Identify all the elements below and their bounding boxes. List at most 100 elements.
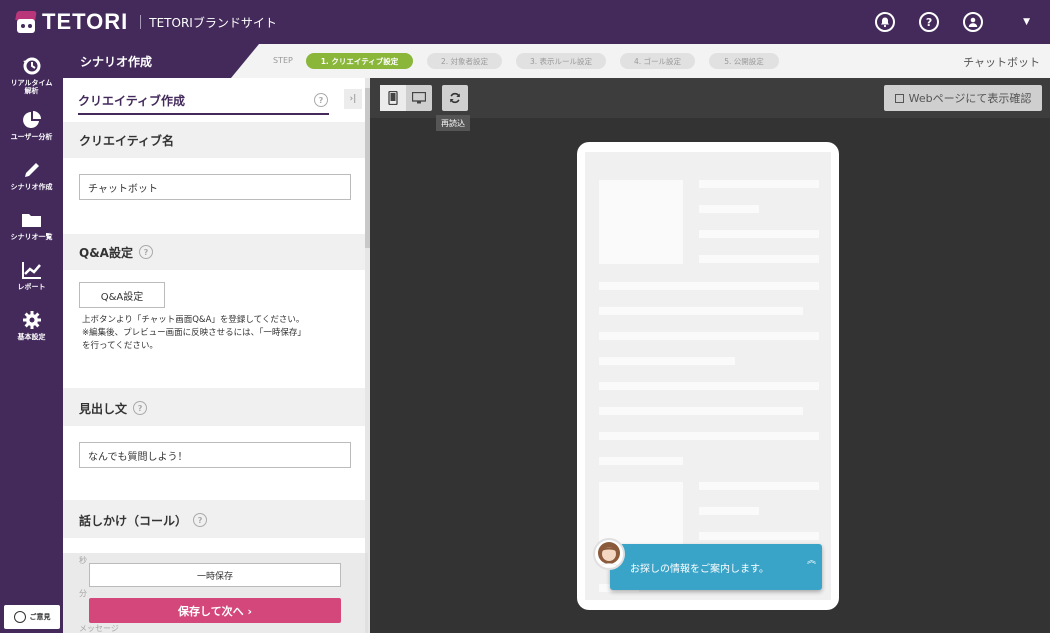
- divider: [140, 15, 142, 29]
- placeholder-line: [699, 482, 819, 490]
- qa-note: 上ボタンより「チャット画面Q&A」を登録してください。 ※編集後、プレビュー画面…: [82, 315, 306, 351]
- help-icon[interactable]: ?: [919, 12, 940, 32]
- step-header: シナリオ作成 STEP 1. クリエイティブ設定 2. 対象者設定 3. 表示ル…: [63, 44, 1050, 78]
- help-icon[interactable]: ?: [314, 93, 328, 107]
- chatbot-message: お探しの情報をご案内します。: [630, 564, 769, 575]
- step-publish[interactable]: 5. 公開設定: [709, 53, 779, 69]
- scenario-type-label: チャットボット: [963, 56, 1040, 69]
- section-creative-name: クリエイティブ名: [63, 122, 368, 158]
- save-bar: 秒 分 メッセージ 一時保存 保存して次へ ›: [63, 553, 368, 633]
- section-qa: Q&A設定 ?: [63, 234, 368, 270]
- sidebar-item-label: レポート: [17, 282, 46, 291]
- creative-name-input[interactable]: チャットボット: [79, 174, 351, 200]
- sidebar-item-realtime[interactable]: リアルタイム 解析: [0, 50, 63, 100]
- tetori-logo[interactable]: TETORI: [14, 9, 128, 35]
- section-heading: 見出し文 ?: [63, 390, 368, 426]
- placeholder-line: [599, 432, 819, 440]
- caret-down-icon[interactable]: ▼: [1023, 17, 1030, 27]
- page-title: シナリオ作成: [63, 44, 259, 78]
- web-preview-button[interactable]: Webページにて表示確認: [884, 85, 1042, 111]
- section-call: 話しかけ（コール） ?: [63, 502, 368, 538]
- step-display-rule[interactable]: 3. 表示ルール設定: [516, 53, 606, 69]
- placeholder-line: [599, 357, 735, 365]
- step-creative[interactable]: 1. クリエイティブ設定: [306, 53, 413, 69]
- smartphone-view-button[interactable]: [380, 85, 406, 111]
- site-title[interactable]: TETORIブランドサイト: [149, 14, 277, 31]
- heading-input[interactable]: なんでも質問しよう！: [79, 442, 351, 468]
- pencil-icon: [21, 160, 43, 180]
- sidebar: リアルタイム 解析 ユーザー分析 シナリオ作成 シナリオ一覧 レポート 基本設定…: [0, 44, 63, 633]
- sidebar-item-label: シナリオ作成: [10, 182, 53, 191]
- placeholder-line: [599, 332, 819, 340]
- preview-toolbar: Webページにて表示確認: [370, 78, 1050, 118]
- section-body: なんでも質問しよう！: [63, 426, 368, 500]
- history-icon: [21, 56, 43, 76]
- ghost-label: 分: [79, 589, 87, 598]
- pie-chart-icon: [21, 110, 43, 130]
- divider: [78, 113, 329, 115]
- placeholder-line: [599, 282, 819, 290]
- sidebar-item-report[interactable]: レポート: [0, 250, 63, 300]
- top-bar: TETORI TETORIブランドサイト ? ▼: [0, 0, 1050, 44]
- device-toggle: [380, 85, 432, 111]
- logo-text: TETORI: [42, 9, 129, 34]
- feedback-button[interactable]: ご意見: [4, 605, 60, 629]
- web-preview-label: Webページにて表示確認: [908, 92, 1032, 105]
- panel-title: クリエイティブ作成: [78, 94, 186, 108]
- external-link-icon: [894, 93, 904, 103]
- desktop-icon: [412, 92, 426, 104]
- help-icon[interactable]: ?: [138, 245, 153, 259]
- placeholder-line: [699, 180, 819, 188]
- smile-icon: [13, 611, 26, 623]
- phone-screen: [585, 152, 831, 600]
- save-and-next-button[interactable]: 保存して次へ ›: [89, 598, 341, 623]
- help-icon[interactable]: ?: [133, 401, 148, 415]
- panel-header: クリエイティブ作成 ? ›|: [63, 78, 368, 122]
- chevron-up-icon[interactable]: ︽: [807, 557, 816, 566]
- placeholder-line: [699, 507, 759, 515]
- placeholder-line: [699, 230, 819, 238]
- placeholder-line: [699, 205, 759, 213]
- ghost-label: 秒: [79, 556, 87, 565]
- reload-button[interactable]: [442, 85, 468, 111]
- sidebar-item-settings[interactable]: 基本設定: [0, 300, 63, 350]
- section-body: チャットボット: [63, 158, 368, 234]
- placeholder-image: [599, 180, 683, 264]
- smartphone-icon: [388, 91, 398, 105]
- placeholder-line: [599, 307, 803, 315]
- line-chart-icon: [21, 260, 43, 280]
- desktop-view-button[interactable]: [406, 85, 432, 111]
- step-goal[interactable]: 4. ゴール設定: [620, 53, 695, 69]
- section-body: Q&A設定 上ボタンより「チャット画面Q&A」を登録してください。 ※編集後、プ…: [63, 270, 368, 388]
- placeholder-line: [599, 407, 803, 415]
- sidebar-item-label: ユーザー分析: [10, 132, 53, 141]
- operator-avatar: [593, 538, 625, 570]
- bell-icon[interactable]: [875, 12, 896, 32]
- sidebar-item-label: リアルタイム 解析: [10, 78, 53, 95]
- sidebar-item-label: シナリオ一覧: [10, 232, 53, 241]
- placeholder-line: [699, 255, 819, 263]
- preview-area: Webページにて表示確認 再読込 お探しの情報をご案内します。 ︽: [370, 78, 1050, 633]
- placeholder-line: [699, 532, 819, 540]
- ghost-label: メッセージ: [79, 624, 119, 633]
- help-icon[interactable]: ?: [193, 513, 208, 527]
- folder-icon: [21, 210, 43, 230]
- header-actions: ? ▼: [851, 0, 1030, 44]
- reload-tooltip: 再読込: [436, 115, 470, 131]
- section-label: 話しかけ（コール）: [79, 513, 188, 528]
- sidebar-item-scenario-create[interactable]: シナリオ作成: [0, 150, 63, 200]
- collapse-panel-button[interactable]: ›|: [344, 89, 362, 109]
- sidebar-item-scenario-list[interactable]: シナリオ一覧: [0, 200, 63, 250]
- section-label: 見出し文: [79, 401, 128, 416]
- sidebar-item-user-analysis[interactable]: ユーザー分析: [0, 100, 63, 150]
- qa-settings-button[interactable]: Q&A設定: [79, 282, 165, 308]
- gear-icon: [21, 310, 43, 330]
- user-icon[interactable]: [963, 12, 984, 32]
- step-label: STEP: [273, 56, 293, 65]
- placeholder-line: [599, 382, 819, 390]
- placeholder-line: [599, 457, 683, 465]
- chatbot-launcher[interactable]: お探しの情報をご案内します。 ︽: [610, 544, 822, 590]
- temporary-save-button[interactable]: 一時保存: [89, 563, 341, 587]
- creative-panel: クリエイティブ作成 ? ›| クリエイティブ名 チャットボット Q&A設定 ? …: [63, 78, 368, 633]
- step-target[interactable]: 2. 対象者設定: [427, 53, 502, 69]
